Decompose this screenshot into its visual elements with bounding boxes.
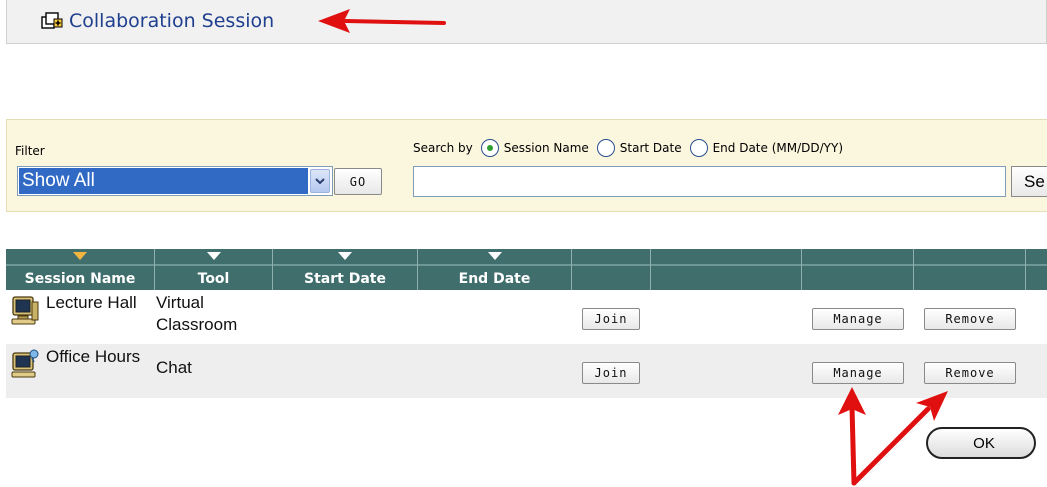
filter-label: Filter	[15, 144, 45, 158]
radio-checked-icon[interactable]	[480, 139, 499, 157]
remove-button[interactable]: Remove	[924, 362, 1016, 384]
join-button[interactable]: Join	[582, 362, 640, 384]
radio-start-date-label: Start Date	[619, 141, 682, 155]
remove-button[interactable]: Remove	[924, 308, 1016, 330]
table-header: Session Name Tool Start Date End Date	[6, 249, 1047, 290]
action-bar: Collaboration Session	[6, 0, 1047, 44]
column-header-session-name[interactable]: Session Name	[6, 249, 155, 290]
column-header-join	[572, 249, 651, 290]
column-header-manage	[802, 249, 914, 290]
sort-arrow-icon	[73, 252, 87, 260]
table-row: Office Hours Chat Join Manage Remove	[6, 344, 1047, 398]
search-button[interactable]: Se	[1011, 166, 1047, 197]
session-name-cell[interactable]: Lecture Hall	[46, 292, 156, 314]
computer-chat-icon	[10, 348, 40, 380]
column-header-blank	[651, 249, 802, 290]
column-header-start-date[interactable]: Start Date	[273, 249, 418, 290]
ok-button[interactable]: OK	[926, 427, 1036, 459]
sort-arrow-icon	[338, 252, 352, 260]
radio-session-name[interactable]: Session Name	[480, 139, 589, 157]
collaboration-session-label: Collaboration Session	[69, 10, 275, 32]
radio-unchecked-icon[interactable]	[596, 139, 615, 157]
column-header-remove	[914, 249, 1026, 290]
sort-arrow-icon	[487, 252, 502, 260]
radio-end-date[interactable]: End Date (MM/DD/YY)	[689, 139, 844, 157]
chevron-down-icon[interactable]	[310, 169, 330, 193]
search-input[interactable]	[413, 166, 1006, 197]
search-by-group: Search by Session Name Start Date End Da…	[413, 138, 851, 158]
session-name-cell[interactable]: Office Hours	[46, 346, 156, 368]
computer-session-icon	[10, 294, 40, 326]
radio-end-date-label: End Date (MM/DD/YY)	[712, 141, 844, 155]
filter-select[interactable]: Show All	[17, 166, 333, 196]
radio-session-name-label: Session Name	[503, 141, 589, 155]
add-session-icon	[41, 12, 63, 30]
tool-cell: Chat	[156, 358, 192, 377]
join-button[interactable]: Join	[582, 308, 640, 330]
search-by-label: Search by	[413, 141, 473, 155]
sort-arrow-icon	[206, 252, 221, 260]
column-header-end-date[interactable]: End Date	[418, 249, 572, 290]
manage-button[interactable]: Manage	[812, 308, 904, 330]
filter-bar: Filter Show All GO Search by Session Nam…	[6, 119, 1047, 212]
manage-button[interactable]: Manage	[812, 362, 904, 384]
table-row: Lecture Hall Virtual Classroom Join Mana…	[6, 290, 1047, 344]
column-header-tool[interactable]: Tool	[155, 249, 273, 290]
go-button[interactable]: GO	[334, 168, 382, 195]
collaboration-session-link[interactable]: Collaboration Session	[41, 8, 274, 34]
filter-selected-value: Show All	[19, 168, 308, 194]
radio-unchecked-icon[interactable]	[689, 139, 708, 157]
tool-cell: Virtual Classroom	[156, 293, 238, 334]
radio-start-date[interactable]: Start Date	[596, 139, 682, 157]
